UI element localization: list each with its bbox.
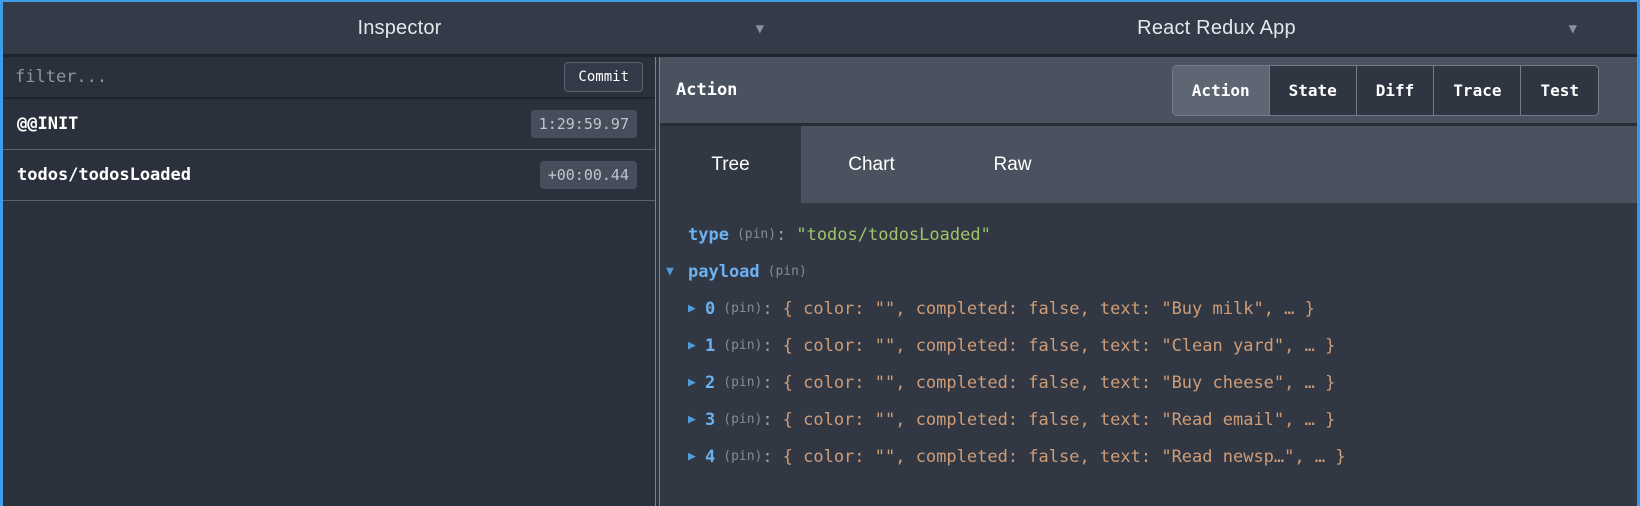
tab-diff[interactable]: Diff xyxy=(1356,66,1434,115)
object-preview: { color: "", completed: false, text: "Re… xyxy=(783,447,1346,467)
filter-input[interactable] xyxy=(15,67,564,87)
detail-title: Action xyxy=(676,80,737,100)
pin-link[interactable]: (pin) xyxy=(737,227,776,242)
monitor-title: Inspector xyxy=(3,2,796,54)
tree-string-value: "todos/todosLoaded" xyxy=(796,225,990,245)
pin-link[interactable]: (pin) xyxy=(723,449,762,464)
object-preview: { color: "", completed: false, text: "Bu… xyxy=(783,299,1315,319)
filter-row: Commit xyxy=(3,57,655,99)
action-name: todos/todosLoaded xyxy=(17,165,191,185)
expand-arrow-icon[interactable]: ▶ xyxy=(688,412,704,427)
expand-arrow-icon[interactable]: ▶ xyxy=(688,375,704,390)
tree-row-item[interactable]: ▶ 3 (pin) : { color: "", completed: fals… xyxy=(660,401,1637,438)
pin-link[interactable]: (pin) xyxy=(723,338,762,353)
subtab-tree[interactable]: Tree xyxy=(660,126,801,203)
action-list-item[interactable]: todos/todosLoaded +00:00.44 xyxy=(3,150,655,201)
object-preview: { color: "", completed: false, text: "Bu… xyxy=(783,373,1336,393)
tree-index: 2 xyxy=(705,373,715,393)
colon: : xyxy=(762,299,772,319)
pin-link[interactable]: (pin) xyxy=(768,264,807,279)
tree-row-item[interactable]: ▶ 1 (pin) : { color: "", completed: fals… xyxy=(660,327,1637,364)
object-preview: { color: "", completed: false, text: "Re… xyxy=(783,410,1336,430)
chevron-down-icon[interactable]: ▼ xyxy=(1569,22,1577,36)
colon: : xyxy=(762,336,772,356)
tree-index: 0 xyxy=(705,299,715,319)
redux-devtools-window: Inspector ▼ React Redux App ▼ Commit @@I… xyxy=(0,0,1640,506)
action-detail-panel: Action Action State Diff Trace Test Tree… xyxy=(660,57,1637,506)
tree-key: payload xyxy=(688,262,760,282)
expand-arrow-icon[interactable]: ▶ xyxy=(688,301,704,316)
subtab-raw[interactable]: Raw xyxy=(942,126,1083,203)
action-time-badge: 1:29:59.97 xyxy=(531,110,637,138)
collapse-arrow-icon[interactable]: ▼ xyxy=(666,264,682,279)
colon: : xyxy=(762,447,772,467)
tab-trace[interactable]: Trace xyxy=(1433,66,1520,115)
view-subtabs: Tree Chart Raw xyxy=(660,126,1637,203)
monitor-selector[interactable]: Inspector ▼ xyxy=(3,2,796,54)
action-time-badge: +00:00.44 xyxy=(540,161,637,189)
expand-arrow-icon[interactable]: ▶ xyxy=(688,449,704,464)
action-name: @@INIT xyxy=(17,114,78,134)
action-list-panel: Commit @@INIT 1:29:59.97 todos/todosLoad… xyxy=(3,57,655,506)
tree-key: type xyxy=(688,225,729,245)
json-tree: type (pin) : "todos/todosLoaded" ▼ paylo… xyxy=(660,203,1637,506)
colon: : xyxy=(776,225,786,245)
detail-tab-group: Action State Diff Trace Test xyxy=(1172,65,1599,116)
pin-link[interactable]: (pin) xyxy=(723,412,762,427)
tree-row-item[interactable]: ▶ 2 (pin) : { color: "", completed: fals… xyxy=(660,364,1637,401)
colon: : xyxy=(762,410,772,430)
action-list-item[interactable]: @@INIT 1:29:59.97 xyxy=(3,99,655,150)
commit-button[interactable]: Commit xyxy=(564,62,643,92)
tree-row-item[interactable]: ▶ 0 (pin) : { color: "", completed: fals… xyxy=(660,290,1637,327)
tab-state[interactable]: State xyxy=(1269,66,1356,115)
detail-header: Action Action State Diff Trace Test xyxy=(660,57,1637,126)
tree-index: 4 xyxy=(705,447,715,467)
subtab-chart[interactable]: Chart xyxy=(801,126,942,203)
chevron-down-icon[interactable]: ▼ xyxy=(756,22,764,36)
tab-test[interactable]: Test xyxy=(1520,66,1598,115)
tree-row-item[interactable]: ▶ 4 (pin) : { color: "", completed: fals… xyxy=(660,438,1637,475)
tree-index: 1 xyxy=(705,336,715,356)
object-preview: { color: "", completed: false, text: "Cl… xyxy=(783,336,1336,356)
tree-row-payload[interactable]: ▼ payload (pin) xyxy=(660,253,1637,290)
tree-index: 3 xyxy=(705,410,715,430)
tab-action[interactable]: Action xyxy=(1173,66,1269,115)
expand-arrow-icon[interactable]: ▶ xyxy=(688,338,704,353)
instance-title: React Redux App xyxy=(796,2,1637,54)
main-split: Commit @@INIT 1:29:59.97 todos/todosLoad… xyxy=(3,57,1637,506)
top-bar: Inspector ▼ React Redux App ▼ xyxy=(3,2,1637,57)
instance-selector[interactable]: React Redux App ▼ xyxy=(796,2,1637,54)
pin-link[interactable]: (pin) xyxy=(723,375,762,390)
colon: : xyxy=(762,373,772,393)
tree-row-type: type (pin) : "todos/todosLoaded" xyxy=(660,216,1637,253)
pin-link[interactable]: (pin) xyxy=(723,301,762,316)
